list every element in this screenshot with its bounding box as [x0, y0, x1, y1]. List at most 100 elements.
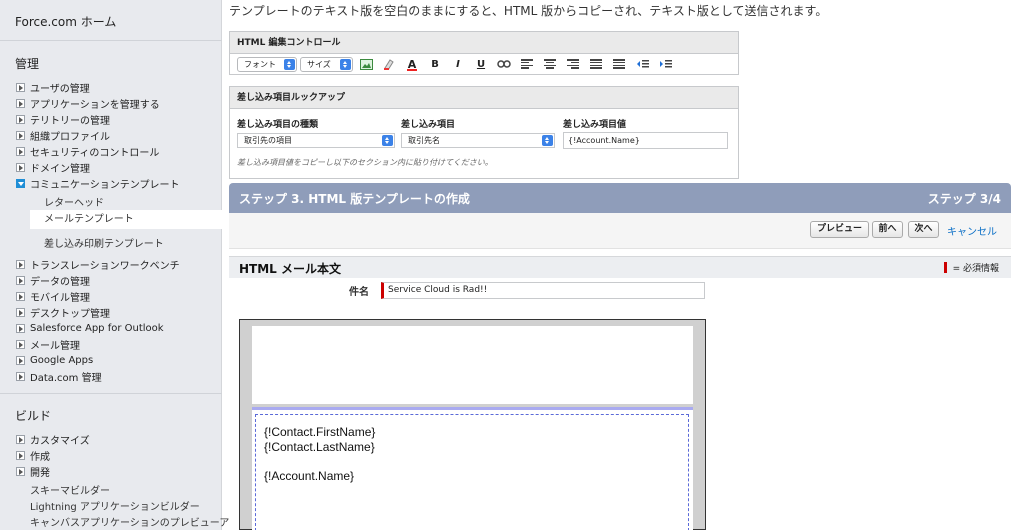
select-arrow-icon	[542, 135, 553, 146]
expand-icon[interactable]	[16, 162, 25, 172]
main-content: テンプレートのテキスト版を空白のままにすると、HTML 版からコピーされ、テキス…	[229, 0, 1011, 530]
sidebar-item-security[interactable]: セキュリティのコントロール	[16, 144, 159, 159]
highlight-icon[interactable]	[379, 56, 399, 72]
sidebar-sub-mail-merge-templates[interactable]: 差し込み印刷テンプレート	[44, 235, 164, 250]
merge-type-select[interactable]: 取引先の項目	[237, 133, 395, 148]
align-right-icon[interactable]	[563, 56, 583, 72]
sidebar-item-communication-templates[interactable]: コミュニケーションテンプレート	[16, 176, 180, 191]
expand-icon[interactable]	[16, 450, 25, 460]
expand-icon[interactable]	[16, 307, 25, 317]
divider	[0, 393, 222, 394]
letterhead-header-area[interactable]	[252, 326, 693, 404]
sidebar-item-translation[interactable]: トランスレーションワークベンチ	[16, 257, 180, 272]
email-body-text[interactable]: {!Contact.FirstName} {!Contact.LastName}…	[264, 425, 375, 483]
editable-region[interactable]: {!Contact.FirstName} {!Contact.LastName}…	[255, 414, 689, 530]
expand-icon[interactable]	[16, 355, 25, 365]
editor-toolbar: フォント サイズ A B I U	[230, 54, 738, 74]
merge-value-label: 差し込み項目値	[563, 120, 627, 130]
sidebar-item-users[interactable]: ユーザの管理	[16, 80, 90, 95]
font-color-icon[interactable]: A	[402, 56, 422, 72]
merge-hint: 差し込み項目値をコピーし以下のセクション内に貼り付けてください。	[237, 158, 493, 167]
sidebar-item-create[interactable]: 作成	[16, 448, 50, 463]
next-button[interactable]: 次へ	[908, 221, 939, 238]
indent-icon[interactable]	[655, 56, 675, 72]
expand-icon[interactable]	[16, 259, 25, 269]
step-count: ステップ 3/4	[927, 192, 1001, 206]
preview-button[interactable]: プレビュー	[810, 221, 869, 238]
expand-icon[interactable]	[16, 466, 25, 476]
subject-input[interactable]: Service Cloud is Rad!!	[381, 282, 705, 299]
expand-icon[interactable]	[16, 275, 25, 285]
size-select[interactable]: サイズ	[300, 56, 353, 72]
html-editor-controls: HTML 編集コントロール フォント サイズ A B I U	[229, 31, 739, 75]
subject-label: 件名	[349, 287, 369, 298]
sidebar-item-mobile[interactable]: モバイル管理	[16, 289, 90, 304]
sidebar-item-desktop[interactable]: デスクトップ管理	[16, 305, 110, 320]
sidebar-link-lightning-app-builder[interactable]: Lightning アプリケーションビルダー	[30, 498, 200, 513]
font-select[interactable]: フォント	[237, 56, 297, 72]
expand-icon[interactable]	[16, 371, 25, 381]
sidebar-item-google-apps[interactable]: Google Apps	[16, 353, 93, 367]
merge-field-lookup: 差し込み項目ルックアップ 差し込み項目の種類 差し込み項目 差し込み項目値 取引…	[229, 86, 739, 179]
sidebar-sub-email-templates[interactable]: メールテンプレート	[30, 210, 222, 229]
required-marker	[943, 262, 947, 273]
button-row: プレビュー 前へ 次へ キャンセル	[229, 213, 1011, 249]
sidebar-item-data[interactable]: データの管理	[16, 273, 90, 288]
underline-icon[interactable]: U	[471, 56, 491, 72]
panel-title: HTML 編集コントロール	[230, 32, 738, 54]
expand-icon[interactable]	[16, 98, 25, 108]
expand-icon[interactable]	[16, 291, 25, 301]
sidebar-section-build: ビルド	[15, 409, 52, 423]
select-arrow-icon	[382, 135, 393, 146]
insert-image-icon[interactable]	[356, 56, 376, 72]
merge-field-label: 差し込み項目	[401, 120, 456, 130]
italic-icon[interactable]: I	[448, 56, 468, 72]
sidebar-item-territories[interactable]: テリトリーの管理	[16, 112, 110, 127]
sidebar-home-link[interactable]: Force.com ホーム	[15, 13, 116, 30]
expand-icon[interactable]	[16, 82, 25, 92]
expand-icon[interactable]	[16, 434, 25, 444]
section-header: HTML メール本文 = 必須情報	[229, 256, 1011, 278]
sidebar-item-email-admin[interactable]: メール管理	[16, 337, 80, 352]
section-title: HTML メール本文	[239, 262, 341, 276]
align-center-icon[interactable]	[540, 56, 560, 72]
sidebar-sub-letterheads[interactable]: レターヘッド	[44, 194, 104, 209]
numbered-list-icon[interactable]	[609, 56, 629, 72]
expand-icon[interactable]	[16, 130, 25, 140]
outdent-icon[interactable]	[632, 56, 652, 72]
sidebar-item-outlook[interactable]: Salesforce App for Outlook	[16, 321, 164, 335]
collapse-icon[interactable]	[16, 178, 25, 188]
previous-button[interactable]: 前へ	[872, 221, 903, 238]
sidebar-section-admin: 管理	[15, 57, 40, 71]
expand-icon[interactable]	[16, 146, 25, 156]
email-body-area[interactable]: {!Contact.FirstName} {!Contact.LastName}…	[252, 410, 693, 530]
expand-icon[interactable]	[16, 114, 25, 124]
sidebar-item-datacom[interactable]: Data.com 管理	[16, 369, 102, 384]
step-header: ステップ 3. HTML 版テンプレートの作成 ステップ 3/4	[229, 183, 1011, 213]
sidebar-item-company-profile[interactable]: 組織プロファイル	[16, 128, 110, 143]
select-arrow-icon	[284, 58, 295, 70]
required-legend: = 必須情報	[943, 261, 999, 274]
bullet-list-icon[interactable]	[586, 56, 606, 72]
sidebar-link-schema-builder[interactable]: スキーマビルダー	[30, 482, 110, 497]
merge-field-select[interactable]: 取引先名	[401, 133, 555, 148]
select-arrow-icon	[340, 58, 351, 70]
divider	[0, 40, 222, 41]
intro-text: テンプレートのテキスト版を空白のままにすると、HTML 版からコピーされ、テキス…	[229, 4, 828, 18]
merge-body: 差し込み項目の種類 差し込み項目 差し込み項目値 取引先の項目 取引先名 {!A…	[230, 109, 738, 178]
expand-icon[interactable]	[16, 339, 25, 349]
sidebar-item-customize[interactable]: カスタマイズ	[16, 432, 90, 447]
link-icon[interactable]	[494, 56, 514, 72]
sidebar-item-develop[interactable]: 開発	[16, 464, 50, 479]
bold-icon[interactable]: B	[425, 56, 445, 72]
sidebar-item-domain[interactable]: ドメイン管理	[16, 160, 90, 175]
align-left-icon[interactable]	[517, 56, 537, 72]
html-body-editor[interactable]: {!Contact.FirstName} {!Contact.LastName}…	[239, 319, 706, 530]
sidebar-link-canvas-previewer[interactable]: キャンバスアプリケーションのプレビューア	[30, 514, 229, 529]
merge-value-field[interactable]: {!Account.Name}	[563, 132, 728, 149]
cancel-link[interactable]: キャンセル	[947, 223, 997, 238]
sidebar-item-apps[interactable]: アプリケーションを管理する	[16, 96, 160, 111]
expand-icon[interactable]	[16, 323, 25, 333]
merge-type-label: 差し込み項目の種類	[237, 120, 319, 130]
sidebar: Force.com ホーム 管理 ユーザの管理 アプリケーションを管理する テリ…	[0, 0, 229, 530]
